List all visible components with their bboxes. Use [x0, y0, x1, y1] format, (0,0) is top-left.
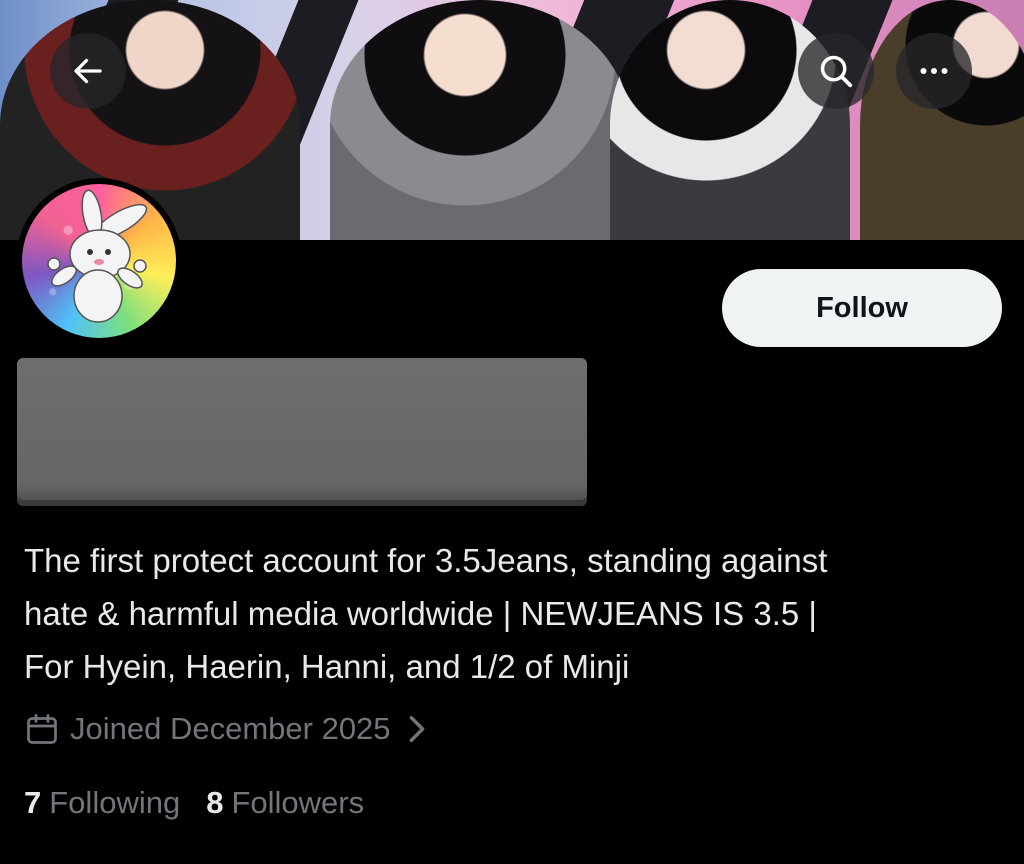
bio-line: The first protect account for 3.5Jeans, …	[24, 542, 828, 579]
more-button[interactable]	[896, 33, 972, 109]
following-label: Following	[49, 785, 181, 820]
more-horizontal-icon	[920, 68, 948, 74]
avatar-image	[22, 184, 176, 338]
avatar[interactable]	[16, 178, 182, 344]
follow-button[interactable]: Follow	[722, 269, 1002, 347]
search-icon	[820, 55, 853, 88]
banner-person	[330, 0, 630, 240]
followers-count: 8	[206, 785, 224, 820]
followers-label: Followers	[231, 785, 365, 820]
back-button[interactable]	[50, 33, 126, 109]
follow-stats: 7 Following 8 Followers	[24, 780, 390, 826]
calendar-icon	[24, 710, 62, 748]
banner-person	[610, 0, 850, 240]
bio-line: hate & harmful media worldwide | NEWJEAN…	[24, 595, 817, 632]
joined-date-text: Joined December 2025	[70, 711, 391, 746]
bunny-illustration	[47, 189, 148, 323]
chevron-right-icon	[405, 714, 429, 744]
following-link[interactable]: 7 Following	[24, 785, 180, 821]
bio-line: For Hyein, Haerin, Hanni, and 1/2 of Min…	[24, 648, 630, 685]
arrow-left-icon	[74, 58, 102, 84]
joined-date-row[interactable]: Joined December 2025	[24, 706, 429, 752]
redacted-name-block	[17, 358, 587, 506]
following-count: 7	[24, 785, 42, 820]
profile-bio: The first protect account for 3.5Jeans, …	[24, 534, 1014, 693]
followers-link[interactable]: 8 Followers	[206, 785, 364, 821]
search-button[interactable]	[798, 33, 874, 109]
